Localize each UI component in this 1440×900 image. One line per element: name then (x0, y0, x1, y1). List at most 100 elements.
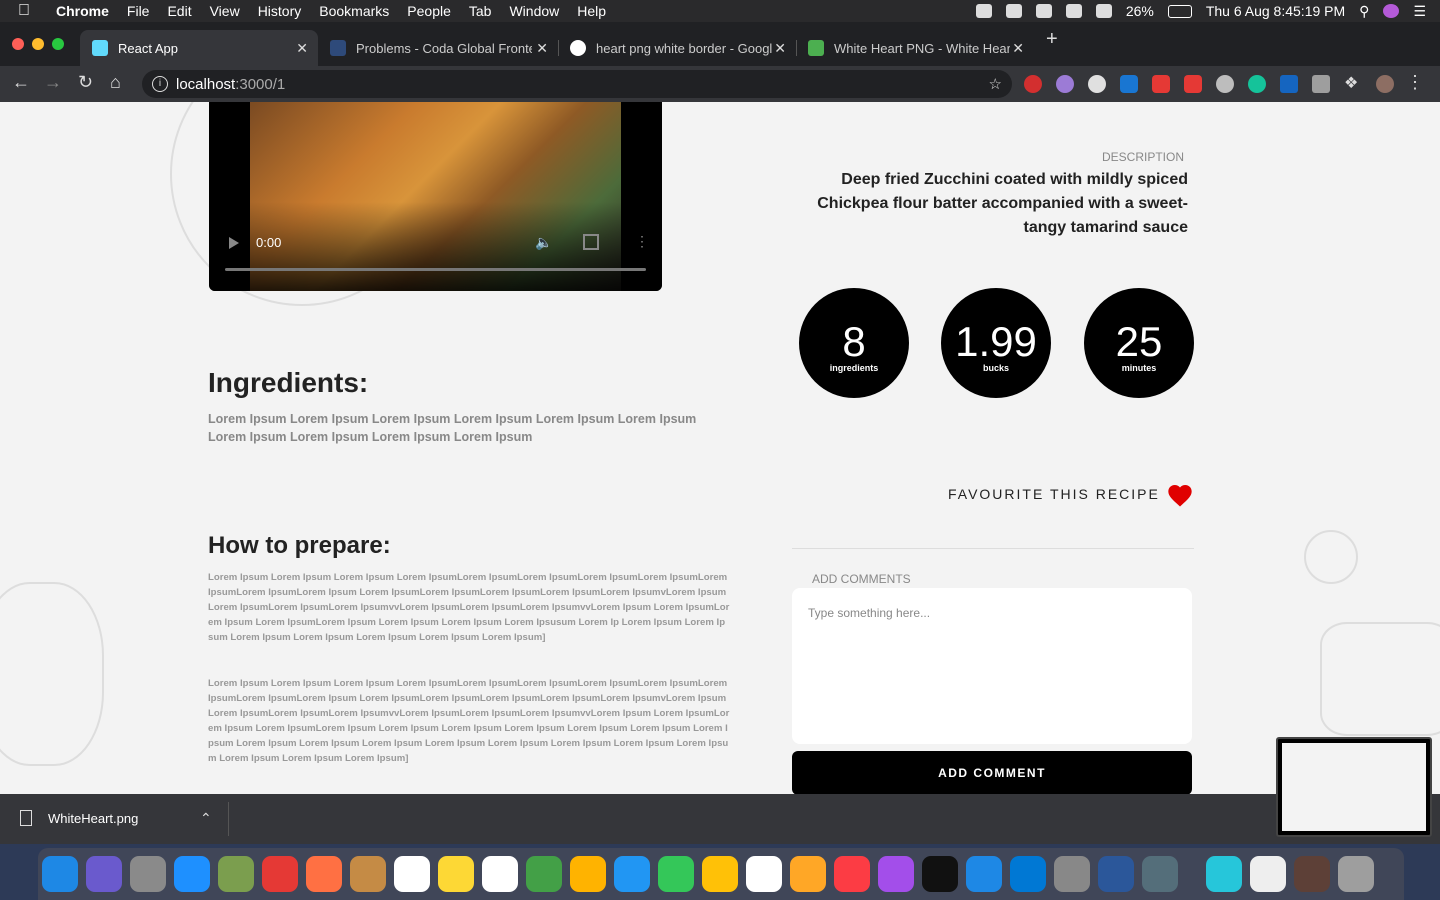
puzzle-extensions-icon[interactable]: ❖ (1344, 75, 1362, 93)
extension-icon[interactable] (1056, 75, 1074, 93)
comment-textarea[interactable]: Type something here... (792, 588, 1192, 744)
add-comment-button[interactable]: ADD COMMENT (792, 751, 1192, 794)
dock-app-icon[interactable] (394, 856, 430, 892)
battery-icon[interactable] (1167, 4, 1192, 18)
profile-avatar[interactable] (1376, 75, 1394, 93)
reload-icon[interactable]: ↻ (78, 72, 93, 93)
menu-history[interactable]: History (258, 3, 302, 19)
tab-problems[interactable]: Problems - Coda Global Fronte ✕ (318, 30, 559, 66)
dock-app-icon[interactable] (1338, 856, 1374, 892)
stat-time: 25 minutes (1084, 288, 1194, 398)
dock-app-icon[interactable] (218, 856, 254, 892)
extension-icon[interactable] (1024, 75, 1042, 93)
dock-app-icon[interactable] (482, 856, 518, 892)
close-tab-icon[interactable]: ✕ (774, 40, 786, 57)
maximize-window-button[interactable] (52, 38, 64, 50)
menu-tab[interactable]: Tab (469, 3, 492, 19)
clock[interactable]: Thu 6 Aug 8:45:19 PM (1206, 3, 1345, 19)
menu-bookmarks[interactable]: Bookmarks (319, 3, 389, 19)
screenshot-thumbnail[interactable] (1276, 737, 1432, 837)
dock-app-icon[interactable] (526, 856, 562, 892)
menu-view[interactable]: View (210, 3, 240, 19)
extension-icon[interactable] (1088, 75, 1106, 93)
tab-google-search[interactable]: heart png white border - Googl ✕ (558, 30, 797, 66)
menu-edit[interactable]: Edit (167, 3, 191, 19)
dock-app-icon[interactable] (174, 856, 210, 892)
dock-app-icon[interactable] (262, 856, 298, 892)
dock-app-icon[interactable] (790, 856, 826, 892)
play-icon[interactable] (229, 237, 239, 249)
apple-menu-icon[interactable]:  (18, 2, 40, 20)
dock-app-icon[interactable] (1142, 856, 1178, 892)
grammarly-icon[interactable] (1248, 75, 1266, 93)
control-center-icon[interactable]: ☰ (1413, 3, 1426, 20)
minimize-window-button[interactable] (32, 38, 44, 50)
bookmark-star-icon[interactable]: ☆ (989, 75, 1002, 93)
extension-icon[interactable] (1184, 75, 1202, 93)
tab-react-app[interactable]: React App ✕ (80, 30, 318, 66)
dock-app-icon[interactable] (570, 856, 606, 892)
dock-app-icon[interactable] (614, 856, 650, 892)
video-progress-bar[interactable] (225, 268, 646, 271)
dock-app-icon[interactable] (1250, 856, 1286, 892)
volume-icon[interactable]: 🔈 (535, 234, 552, 251)
dock-app-icon[interactable] (834, 856, 870, 892)
extension-icon[interactable] (1120, 75, 1138, 93)
dock-app-icon[interactable] (1054, 856, 1090, 892)
chevron-up-icon[interactable]: ⌃ (200, 810, 212, 827)
back-arrow-icon[interactable]: ← (12, 72, 30, 93)
menu-file[interactable]: File (127, 3, 150, 19)
bluetooth-icon[interactable] (1065, 4, 1082, 18)
download-item[interactable]: WhiteHeart.png (20, 810, 138, 826)
cloud-status-icon[interactable] (975, 4, 992, 18)
site-info-icon[interactable]: i (152, 76, 168, 92)
dock-app-icon[interactable] (438, 856, 474, 892)
dock-app-icon[interactable] (42, 856, 78, 892)
chrome-menu-icon[interactable]: ⋮ (1406, 72, 1424, 93)
dock-app-icon[interactable] (1294, 856, 1330, 892)
dock-app-icon[interactable] (966, 856, 1002, 892)
dock-app-icon[interactable] (130, 856, 166, 892)
dock-app-icon[interactable] (350, 856, 386, 892)
fullscreen-icon[interactable] (583, 234, 599, 250)
wifi-icon[interactable] (1095, 4, 1112, 18)
recipe-video-player[interactable]: 0:00 🔈 ⋮ (209, 102, 662, 291)
extension-icon[interactable] (1280, 75, 1298, 93)
new-tab-icon[interactable]: + (1046, 28, 1058, 51)
dock-app-icon[interactable] (1098, 856, 1134, 892)
heart-icon[interactable] (1166, 482, 1194, 510)
leaf-favicon-icon (808, 40, 824, 56)
forward-arrow-icon[interactable]: → (44, 72, 62, 93)
close-tab-icon[interactable]: ✕ (536, 40, 548, 57)
close-window-button[interactable] (12, 38, 24, 50)
home-icon[interactable]: ⌂ (110, 72, 121, 93)
extension-icon[interactable] (1152, 75, 1170, 93)
dock-app-icon[interactable] (702, 856, 738, 892)
extension-icon[interactable] (1216, 75, 1234, 93)
close-tab-icon[interactable]: ✕ (296, 40, 308, 57)
dock-app-icon[interactable] (658, 856, 694, 892)
menu-window[interactable]: Window (509, 3, 559, 19)
sync-icon[interactable] (1005, 4, 1022, 18)
dock-app-icon[interactable] (878, 856, 914, 892)
menu-app-name[interactable]: Chrome (56, 3, 109, 19)
extension-icon[interactable] (1312, 75, 1330, 93)
text-app-icon[interactable] (1035, 4, 1052, 18)
dock-app-icon[interactable] (746, 856, 782, 892)
dock-app-icon[interactable] (1010, 856, 1046, 892)
dock-app-icon[interactable] (922, 856, 958, 892)
tab-white-heart[interactable]: White Heart PNG - White Heart ✕ (796, 30, 1034, 66)
video-more-icon[interactable]: ⋮ (635, 233, 649, 250)
dock-app-icon[interactable] (86, 856, 122, 892)
address-bar[interactable]: i localhost:3000/1 ☆ (142, 70, 1012, 98)
siri-icon[interactable] (1383, 4, 1400, 18)
spotlight-search-icon[interactable]: ⚲ (1359, 3, 1369, 20)
menu-help[interactable]: Help (577, 3, 606, 19)
dock-app-icon[interactable] (1206, 856, 1242, 892)
battery-percent[interactable]: 26% (1126, 3, 1154, 19)
background-sketch (1304, 530, 1358, 584)
menu-people[interactable]: People (407, 3, 451, 19)
close-tab-icon[interactable]: ✕ (1012, 40, 1024, 57)
dock-app-icon[interactable] (306, 856, 342, 892)
favourite-label[interactable]: FAVOURITE THIS RECIPE (948, 486, 1160, 502)
